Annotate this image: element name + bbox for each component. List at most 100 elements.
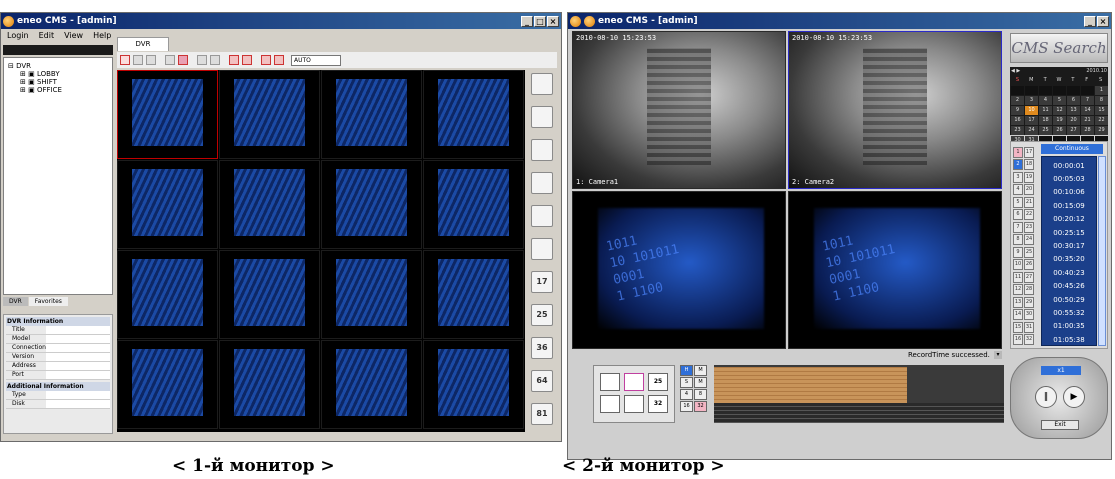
dvr-tree[interactable]: ⊟ DVR ⊞ ▣ LOBBY ⊞ ▣ SHIFT ⊞ ▣ OFFICE <box>3 57 113 295</box>
search-mode-select[interactable]: Continuous <box>1041 144 1103 154</box>
time-list-scrollbar[interactable] <box>1098 156 1106 346</box>
prev-month-button[interactable]: ◀ ▶ <box>1011 68 1020 76</box>
layout-button[interactable] <box>531 73 553 95</box>
channel-button[interactable]: 11 <box>1013 271 1023 283</box>
camera-view-3[interactable]: 1011 10 101011 0001 1 1100 <box>572 191 786 349</box>
tree-item[interactable]: ⊞ ▣ SHIFT <box>8 78 108 86</box>
video-tile[interactable] <box>117 340 218 429</box>
channel-button[interactable]: 32 <box>1024 334 1034 346</box>
toolbar-icon[interactable] <box>178 55 188 65</box>
calendar-day[interactable]: 15 <box>1095 106 1108 115</box>
channel-button[interactable]: 1 <box>1013 146 1023 158</box>
video-tile[interactable] <box>117 70 218 159</box>
channel-button[interactable]: 2 <box>1013 159 1023 171</box>
channel-button[interactable]: 12 <box>1013 284 1023 296</box>
toolbar-icon[interactable] <box>133 55 143 65</box>
time-item[interactable]: 00:05:03 <box>1042 172 1096 185</box>
video-tile[interactable] <box>219 250 320 339</box>
calendar-day[interactable]: 24 <box>1025 126 1038 135</box>
calendar-day[interactable]: 20 <box>1067 116 1080 125</box>
video-tile[interactable] <box>423 70 524 159</box>
channel-button[interactable]: 5 <box>1013 196 1023 208</box>
layout-button[interactable] <box>624 395 644 413</box>
video-tile[interactable] <box>423 340 524 429</box>
video-tile[interactable] <box>423 160 524 249</box>
video-tile[interactable] <box>219 70 320 159</box>
calendar-day[interactable]: 16 <box>1011 116 1024 125</box>
time-scale-button[interactable]: H <box>680 365 693 376</box>
pause-button[interactable]: ‖ <box>1035 386 1057 408</box>
calendar-day[interactable]: 22 <box>1095 116 1108 125</box>
channel-button[interactable]: 10 <box>1013 259 1023 271</box>
status-dropdown-icon[interactable]: ▾ <box>994 351 1002 359</box>
calendar-day[interactable]: 23 <box>1011 126 1024 135</box>
calendar-day[interactable]: 27 <box>1067 126 1080 135</box>
time-scale-button[interactable]: 8 <box>694 389 707 400</box>
time-scale-button[interactable]: M <box>694 377 707 388</box>
channel-button[interactable]: 24 <box>1024 234 1034 246</box>
calendar-day[interactable]: 9 <box>1011 106 1024 115</box>
tab-dvr[interactable]: DVR <box>3 297 28 306</box>
channel-button[interactable]: 20 <box>1024 184 1034 196</box>
channel-button[interactable]: 19 <box>1024 171 1034 183</box>
channel-button[interactable]: 8 <box>1013 234 1023 246</box>
calendar-day[interactable]: 19 <box>1053 116 1066 125</box>
calendar-day[interactable]: 17 <box>1025 116 1038 125</box>
channel-button[interactable]: 6 <box>1013 209 1023 221</box>
calendar-day[interactable]: 6 <box>1067 96 1080 105</box>
toolbar-icon[interactable] <box>210 55 220 65</box>
calendar-day[interactable]: 28 <box>1081 126 1094 135</box>
minimize-button[interactable]: _ <box>1084 15 1096 27</box>
channel-button[interactable]: 31 <box>1024 321 1034 333</box>
calendar-day[interactable]: 2 <box>1011 96 1024 105</box>
tree-item[interactable]: ⊞ ▣ OFFICE <box>8 86 108 94</box>
time-item[interactable]: 00:40:23 <box>1042 266 1096 279</box>
channel-button[interactable]: 23 <box>1024 221 1034 233</box>
calendar-day[interactable]: 5 <box>1053 96 1066 105</box>
minimize-button[interactable]: _ <box>521 15 533 27</box>
time-scale-button[interactable]: 4 <box>680 389 693 400</box>
time-item[interactable]: 00:15:09 <box>1042 199 1096 212</box>
layout-button[interactable] <box>624 373 644 391</box>
channel-button[interactable]: 18 <box>1024 159 1034 171</box>
video-tile[interactable] <box>117 160 218 249</box>
menu-view[interactable]: View <box>64 31 83 40</box>
channel-button[interactable]: 9 <box>1013 246 1023 258</box>
video-tile[interactable] <box>321 340 422 429</box>
calendar-day[interactable]: 3 <box>1025 96 1038 105</box>
toolbar-icon[interactable] <box>229 55 239 65</box>
main-tab[interactable]: DVR <box>117 37 169 51</box>
layout-button[interactable]: 81 <box>531 403 553 425</box>
time-item[interactable]: 00:10:06 <box>1042 186 1096 199</box>
cms-search-button[interactable]: CMS Search <box>1010 33 1108 63</box>
layout-button[interactable] <box>600 373 620 391</box>
time-scale-button[interactable]: S <box>680 377 693 388</box>
layout-button[interactable] <box>531 172 553 194</box>
layout-button[interactable]: 64 <box>531 370 553 392</box>
video-tile[interactable] <box>423 250 524 339</box>
calendar-day[interactable]: 18 <box>1039 116 1052 125</box>
layout-button[interactable] <box>600 395 620 413</box>
toolbar-icon[interactable] <box>120 55 130 65</box>
time-scale-button[interactable]: 32 <box>694 401 707 412</box>
calendar-day[interactable]: 11 <box>1039 106 1052 115</box>
channel-button[interactable]: 7 <box>1013 221 1023 233</box>
video-tile[interactable] <box>321 70 422 159</box>
time-item[interactable]: 00:45:26 <box>1042 280 1096 293</box>
channel-button[interactable]: 27 <box>1024 271 1034 283</box>
camera-view-2[interactable]: 2010-08-10 15:23:53 2: Camera2 <box>788 31 1002 189</box>
time-item[interactable]: 01:05:38 <box>1042 333 1096 346</box>
layout-button[interactable] <box>531 205 553 227</box>
calendar-day[interactable]: 21 <box>1081 116 1094 125</box>
exit-button[interactable]: Exit <box>1041 420 1079 430</box>
time-scale-button[interactable]: M <box>694 365 707 376</box>
layout-button[interactable]: 25 <box>648 373 668 391</box>
video-tile[interactable] <box>321 250 422 339</box>
calendar-day[interactable]: 12 <box>1053 106 1066 115</box>
close-button[interactable]: × <box>547 15 559 27</box>
channel-button[interactable]: 16 <box>1013 334 1023 346</box>
maximize-button[interactable]: □ <box>534 15 546 27</box>
camera-view-1[interactable]: 2010-08-10 15:23:53 1: Camera1 <box>572 31 786 189</box>
menu-edit[interactable]: Edit <box>39 31 55 40</box>
calendar-day[interactable]: 1 <box>1095 86 1108 95</box>
